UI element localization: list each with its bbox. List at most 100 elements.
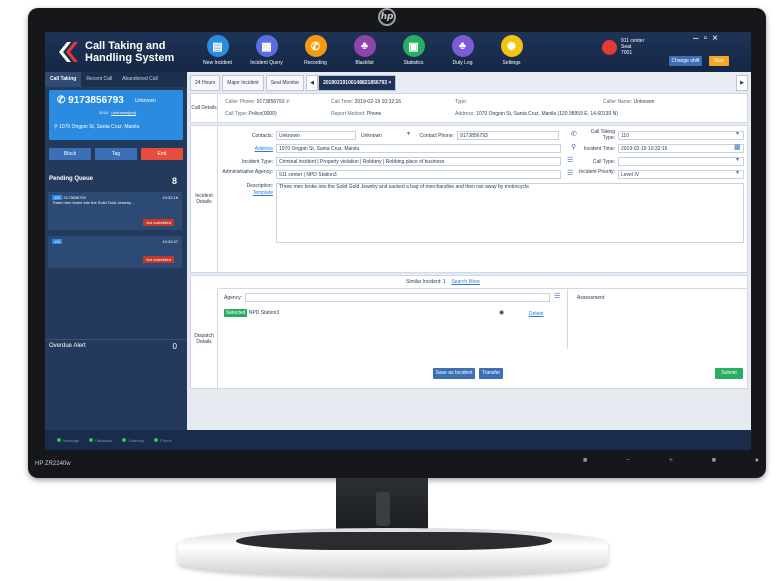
nav-new-incident[interactable]: ▤ New Incident — [193, 35, 242, 66]
call-type-value: Police(9000) — [248, 111, 277, 117]
status-message: Message — [57, 438, 79, 443]
tag-button[interactable]: Tag — [95, 148, 137, 160]
incident-type-list-icon[interactable]: ☰ — [567, 156, 573, 164]
template-link[interactable]: Template — [221, 190, 273, 196]
dispatch-agency-list-icon[interactable]: ☰ — [554, 292, 560, 300]
call-type: Call Type: Police(9000) — [225, 111, 277, 117]
call-time-value: 2019-02-19 10:32:16 — [354, 99, 402, 105]
tab-abandoned-call[interactable]: Abandoned Call — [117, 72, 163, 87]
status-label: Phone — [160, 437, 172, 443]
case-type-label: Call Type: — [592, 159, 615, 165]
caller-phone-icon[interactable]: ✆ — [286, 99, 290, 105]
close-icon[interactable]: × — [712, 33, 723, 44]
admin-agency-field[interactable]: 911 center | NPD Station3 — [276, 170, 561, 179]
sidebar-tabs: Call Taking Recent Call Abandoned Call — [45, 72, 187, 87]
agency-list-icon[interactable]: ☰ — [567, 169, 573, 177]
minimize-icon[interactable]: – — [693, 33, 704, 44]
monitor-stand-plate — [236, 532, 552, 550]
monitor-model-label: HP ZR2240w — [35, 461, 71, 467]
nav-label: Statistics — [403, 60, 424, 66]
tab-major-incident[interactable]: Major Incident — [222, 75, 264, 91]
nav-statistics[interactable]: ▣ Statistics — [389, 35, 438, 66]
call-time-label: Call Time: — [331, 99, 354, 105]
priority-dropdown-icon[interactable]: ▼ — [735, 170, 740, 176]
priority-select[interactable]: Level IV — [618, 170, 744, 179]
nav-blacklist[interactable]: ♣ Blacklist — [340, 35, 389, 66]
contact-phone-call-icon[interactable]: ✆ — [571, 130, 577, 138]
nav-label: New Incident — [203, 60, 232, 66]
tab-call-taking[interactable]: Call Taking — [45, 72, 82, 87]
dispatch-row: Selected NPD Station3 — [224, 309, 279, 317]
call-sub-1: 2018 — [99, 110, 108, 115]
incident-address-link[interactable]: Address — [221, 146, 273, 152]
selected-chip: Selected — [224, 309, 248, 317]
tab-scroll-left-icon[interactable]: ◀ — [306, 75, 319, 91]
contact-phone-field[interactable]: 9173856793 — [457, 131, 559, 140]
contact-phone-label: Contact Phone: — [419, 133, 454, 139]
window-controls: –▫× — [693, 33, 723, 44]
calendar-icon[interactable]: ▦ — [734, 143, 741, 151]
incident-time-field[interactable]: 2019-02-19 10:32:16 — [618, 144, 744, 153]
queue-item[interactable]: 110 10:22:47 Not submitted — [48, 236, 182, 268]
tab-recent-call[interactable]: Recent Call — [81, 72, 117, 87]
status-database: Database — [89, 438, 112, 443]
nav-duty-log[interactable]: ♣ Duty Log — [438, 35, 487, 66]
nav-settings[interactable]: ✺ Settings — [487, 35, 536, 66]
nav-label: Blacklist — [355, 60, 374, 66]
tab-scroll-right-icon[interactable]: ▶ — [736, 75, 748, 91]
tab-close-icon[interactable]: × — [388, 80, 391, 86]
call-address: ⚲ 1070 Ongpin St, Santa Cruz, Manila — [54, 124, 139, 130]
restore-icon[interactable]: ▫ — [704, 33, 713, 44]
priority-label: Incident Priority: — [579, 169, 615, 175]
queue-item[interactable]: 110 9173856793 10:32:16 Three men broke … — [48, 192, 182, 230]
caller-phone: Caller Phone: 9173856793 ✆ — [225, 99, 290, 105]
description-textarea[interactable]: Three men broke into the Solid Gold Jewe… — [276, 183, 744, 243]
dispatch-divider — [219, 288, 747, 289]
pending-queue-title: Pending Queue — [49, 176, 94, 182]
transfer-button[interactable]: Transfer — [479, 368, 503, 379]
tab-incident[interactable]: 20190219100148821856793 × — [318, 75, 397, 91]
contacts-field[interactable]: Unknown — [276, 131, 356, 140]
blacklist-icon: ♣ — [353, 35, 376, 57]
case-type-dropdown-icon[interactable]: ▼ — [735, 157, 740, 163]
caller-phone-value: 9173856793 — [256, 99, 285, 105]
call-sub: 2018 Unknown(md) — [99, 110, 136, 115]
end-call-button[interactable]: End — [141, 148, 183, 160]
search-more-link[interactable]: Search More — [451, 279, 480, 285]
unknown-dropdown-icon[interactable]: ▼ — [406, 131, 411, 137]
queue-status-badge: Not submitted — [143, 219, 174, 226]
dispatch-agency-field[interactable] — [245, 293, 550, 302]
phone-icon: ✆ — [57, 95, 69, 106]
call-sub-2[interactable]: Unknown(md) — [111, 110, 136, 115]
incident-type-field[interactable]: Criminal incident | Property violation |… — [276, 157, 561, 166]
status-dot-icon — [122, 438, 127, 442]
delete-link[interactable]: Delete — [529, 311, 543, 317]
nav-label: Settings — [502, 60, 521, 66]
change-shift-button[interactable]: Change shift — [669, 56, 702, 66]
nav-recording[interactable]: ✆ Recording — [291, 35, 340, 66]
similar-count: 1 — [442, 279, 446, 285]
logo-icon — [59, 42, 78, 62]
queue-tag: 110 — [52, 239, 63, 244]
nav-incident-query[interactable]: ▦ Incident Query — [242, 35, 291, 66]
call-taking-type-dropdown-icon[interactable]: ▼ — [735, 131, 740, 137]
incident-type-label: Incident Type: — [241, 159, 273, 165]
case-type-select[interactable] — [618, 157, 744, 166]
call-taking-type-select[interactable]: 110 — [618, 131, 744, 140]
submit-button[interactable]: Submit — [715, 368, 743, 379]
statistics-icon: ▣ — [402, 35, 425, 57]
similar-incident: Similar Incident: 1 Search More — [406, 279, 480, 285]
tab-seat-monitor[interactable]: Seat Monitor — [265, 75, 305, 91]
save-as-incident-button[interactable]: Save as Incident — [433, 368, 475, 379]
incident-details-label: Incident Details — [191, 126, 218, 272]
incident-time-label: Incident Time: — [583, 146, 615, 152]
duty-log-icon: ♣ — [451, 35, 474, 57]
active-call-card[interactable]: ✆ 9173856793 Unknown 2018 Unknown(md) ⚲ … — [49, 90, 183, 140]
report-method-value: Phone — [366, 111, 382, 117]
recording-icon: ✆ — [304, 35, 327, 57]
block-button[interactable]: Block — [49, 148, 91, 160]
stop-button[interactable]: Stop — [709, 56, 729, 66]
incident-address-field[interactable]: 1070 Ongpin St, Santa Cruz, Manila — [276, 144, 561, 153]
queue-time: 10:22:47 — [162, 239, 178, 244]
tab-24-hours[interactable]: 24 Hours — [190, 75, 221, 91]
